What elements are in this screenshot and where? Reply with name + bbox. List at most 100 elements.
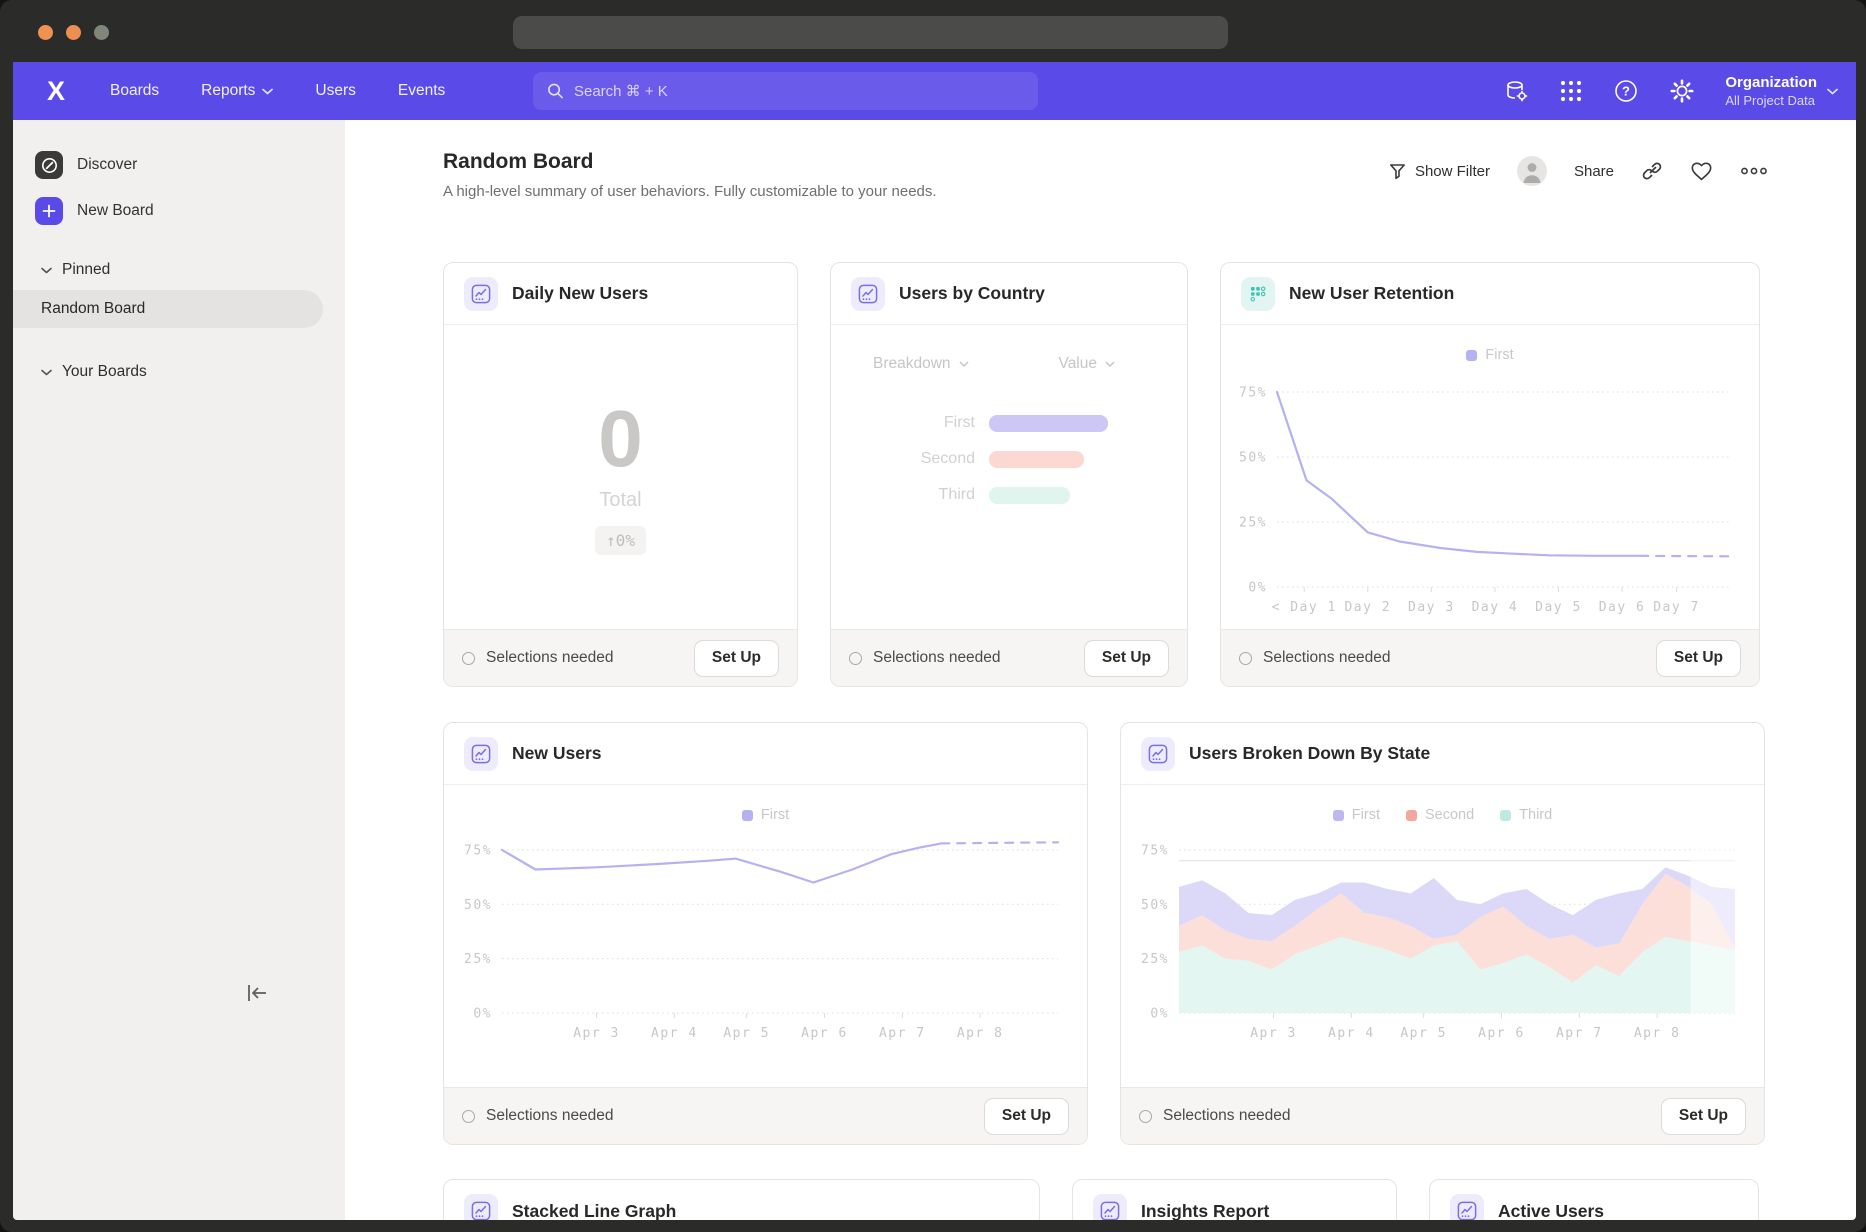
card-active-users: Active Users bbox=[1429, 1179, 1759, 1220]
nav-link-reports[interactable]: Reports bbox=[201, 82, 273, 100]
horizontal-bar-list: FirstSecondThird bbox=[831, 405, 1187, 513]
dropdown-label: Value bbox=[1059, 355, 1098, 373]
page-subtitle: A high-level summary of user behaviors. … bbox=[443, 183, 937, 200]
new-users-chart-body: First 0%25%50%75%Apr 3Apr 4Apr 5Apr 6Apr… bbox=[444, 785, 1087, 1087]
stacked-area-chart-body: First Second Third 0%25%50%75%Apr 3Apr 4… bbox=[1121, 785, 1764, 1087]
more-options-icon[interactable] bbox=[1740, 166, 1768, 176]
line-chart-icon bbox=[471, 1201, 491, 1220]
sidebar-item-new-board[interactable]: New Board bbox=[13, 188, 345, 234]
card-title: New User Retention bbox=[1289, 283, 1454, 304]
nav-link-boards[interactable]: Boards bbox=[110, 82, 159, 100]
org-project: All Project Data bbox=[1725, 93, 1817, 108]
person-icon bbox=[1517, 156, 1547, 186]
svg-text:< Day 1: < Day 1 bbox=[1272, 600, 1337, 615]
svg-text:Day 3: Day 3 bbox=[1408, 600, 1455, 615]
bar bbox=[989, 415, 1108, 432]
share-button[interactable]: Share bbox=[1574, 163, 1614, 180]
line-chart-icon bbox=[471, 744, 491, 764]
svg-text:25%: 25% bbox=[464, 952, 492, 967]
section-label: Pinned bbox=[62, 261, 110, 279]
window-zoom-button[interactable] bbox=[94, 25, 109, 40]
status-text: Selections needed bbox=[873, 649, 1001, 667]
set-up-button[interactable]: Set Up bbox=[984, 1098, 1069, 1135]
dropdown-label: Breakdown bbox=[873, 355, 951, 373]
traffic-lights bbox=[38, 25, 109, 40]
nav-link-users[interactable]: Users bbox=[315, 82, 355, 100]
legend-item: Third bbox=[1500, 807, 1552, 823]
card-title: Insights Report bbox=[1141, 1201, 1269, 1221]
svg-text:0%: 0% bbox=[473, 1007, 492, 1022]
avatar[interactable] bbox=[1517, 156, 1547, 186]
card-title: Daily New Users bbox=[512, 283, 648, 304]
svg-text:Apr 6: Apr 6 bbox=[1478, 1026, 1525, 1041]
card-title: Users Broken Down By State bbox=[1189, 743, 1430, 764]
compass-icon bbox=[41, 157, 58, 174]
value-dropdown[interactable]: Value bbox=[1059, 355, 1116, 373]
sidebar-item-label: Discover bbox=[77, 156, 137, 174]
sidebar-section-pinned[interactable]: Pinned bbox=[13, 256, 345, 284]
retention-grid-icon bbox=[1248, 284, 1268, 304]
sidebar-section-your-boards[interactable]: Your Boards bbox=[13, 358, 345, 386]
status-circle-icon bbox=[1239, 652, 1252, 665]
status-circle-icon bbox=[462, 1110, 475, 1123]
svg-text:Day 5: Day 5 bbox=[1535, 600, 1582, 615]
global-search[interactable] bbox=[533, 72, 1038, 110]
collapse-sidebar-button[interactable] bbox=[241, 978, 273, 1008]
window-close-button[interactable] bbox=[38, 25, 53, 40]
breakdown-dropdown[interactable]: Breakdown bbox=[873, 355, 969, 373]
window-titlebar bbox=[0, 0, 1866, 62]
mixpanel-logo-icon[interactable]: X bbox=[47, 76, 64, 107]
card-new-user-retention: New User Retention First 0%25%50%75%< Da… bbox=[1220, 262, 1760, 687]
section-label: Your Boards bbox=[62, 363, 147, 381]
chevron-down-icon bbox=[1105, 361, 1115, 367]
retention-line-chart: 0%25%50%75%< Day 1Day 2Day 3Day 4Day 5Da… bbox=[1231, 367, 1749, 617]
favorite-heart-icon[interactable] bbox=[1690, 161, 1713, 182]
search-input[interactable] bbox=[574, 83, 1024, 100]
chevron-down-icon bbox=[262, 88, 273, 95]
svg-text:Apr 7: Apr 7 bbox=[878, 1026, 925, 1041]
svg-text:0%: 0% bbox=[1150, 1007, 1169, 1022]
sidebar-item-label: Random Board bbox=[41, 300, 145, 318]
svg-text:Apr 5: Apr 5 bbox=[1400, 1026, 1447, 1041]
sidebar-item-discover[interactable]: Discover bbox=[13, 142, 345, 188]
data-management-icon[interactable] bbox=[1503, 78, 1529, 104]
bar-category-label: Second bbox=[831, 450, 989, 468]
show-filter-button[interactable]: Show Filter bbox=[1389, 163, 1490, 180]
set-up-button[interactable]: Set Up bbox=[694, 640, 779, 677]
card-title: Stacked Line Graph bbox=[512, 1201, 676, 1221]
address-bar[interactable] bbox=[513, 16, 1228, 49]
sidebar-item-random-board[interactable]: Random Board bbox=[13, 290, 323, 328]
svg-text:75%: 75% bbox=[464, 843, 492, 858]
svg-text:Apr 4: Apr 4 bbox=[1328, 1026, 1375, 1041]
set-up-button[interactable]: Set Up bbox=[1656, 640, 1741, 677]
line-chart-icon bbox=[471, 284, 491, 304]
status-circle-icon bbox=[462, 652, 475, 665]
metric-label: Total bbox=[599, 489, 641, 512]
svg-text:25%: 25% bbox=[1239, 516, 1267, 531]
svg-text:50%: 50% bbox=[1141, 898, 1169, 913]
svg-text:25%: 25% bbox=[1141, 952, 1169, 967]
svg-text:Apr 7: Apr 7 bbox=[1555, 1026, 1602, 1041]
top-navbar: X Boards Reports Users Events ? Organiza… bbox=[13, 62, 1856, 120]
line-chart-icon bbox=[858, 284, 878, 304]
settings-gear-icon[interactable] bbox=[1669, 78, 1695, 104]
search-icon bbox=[547, 82, 564, 100]
app-window: X Boards Reports Users Events ? Organiza… bbox=[0, 0, 1866, 1232]
nav-link-label: Events bbox=[398, 82, 445, 100]
copy-link-icon[interactable] bbox=[1641, 160, 1663, 182]
svg-text:Day 2: Day 2 bbox=[1344, 600, 1391, 615]
stacked-area-chart: 0%25%50%75%Apr 3Apr 4Apr 5Apr 6Apr 7Apr … bbox=[1133, 827, 1753, 1043]
card-users-by-country: Users by Country Breakdown Value bbox=[830, 262, 1188, 687]
bar-category-label: First bbox=[831, 414, 989, 432]
set-up-button[interactable]: Set Up bbox=[1084, 640, 1169, 677]
help-icon[interactable]: ? bbox=[1613, 78, 1639, 104]
nav-link-events[interactable]: Events bbox=[398, 82, 445, 100]
status-text: Selections needed bbox=[1163, 1107, 1291, 1125]
org-switcher[interactable]: Organization All Project Data bbox=[1725, 74, 1838, 108]
window-minimize-button[interactable] bbox=[66, 25, 81, 40]
set-up-button[interactable]: Set Up bbox=[1661, 1098, 1746, 1135]
card-title: Users by Country bbox=[899, 283, 1045, 304]
card-new-users: New Users First 0%25%50%75%Apr 3Apr 4Apr… bbox=[443, 722, 1088, 1145]
apps-grid-icon[interactable] bbox=[1559, 79, 1583, 103]
main-content: Random Board A high-level summary of use… bbox=[345, 120, 1856, 1220]
